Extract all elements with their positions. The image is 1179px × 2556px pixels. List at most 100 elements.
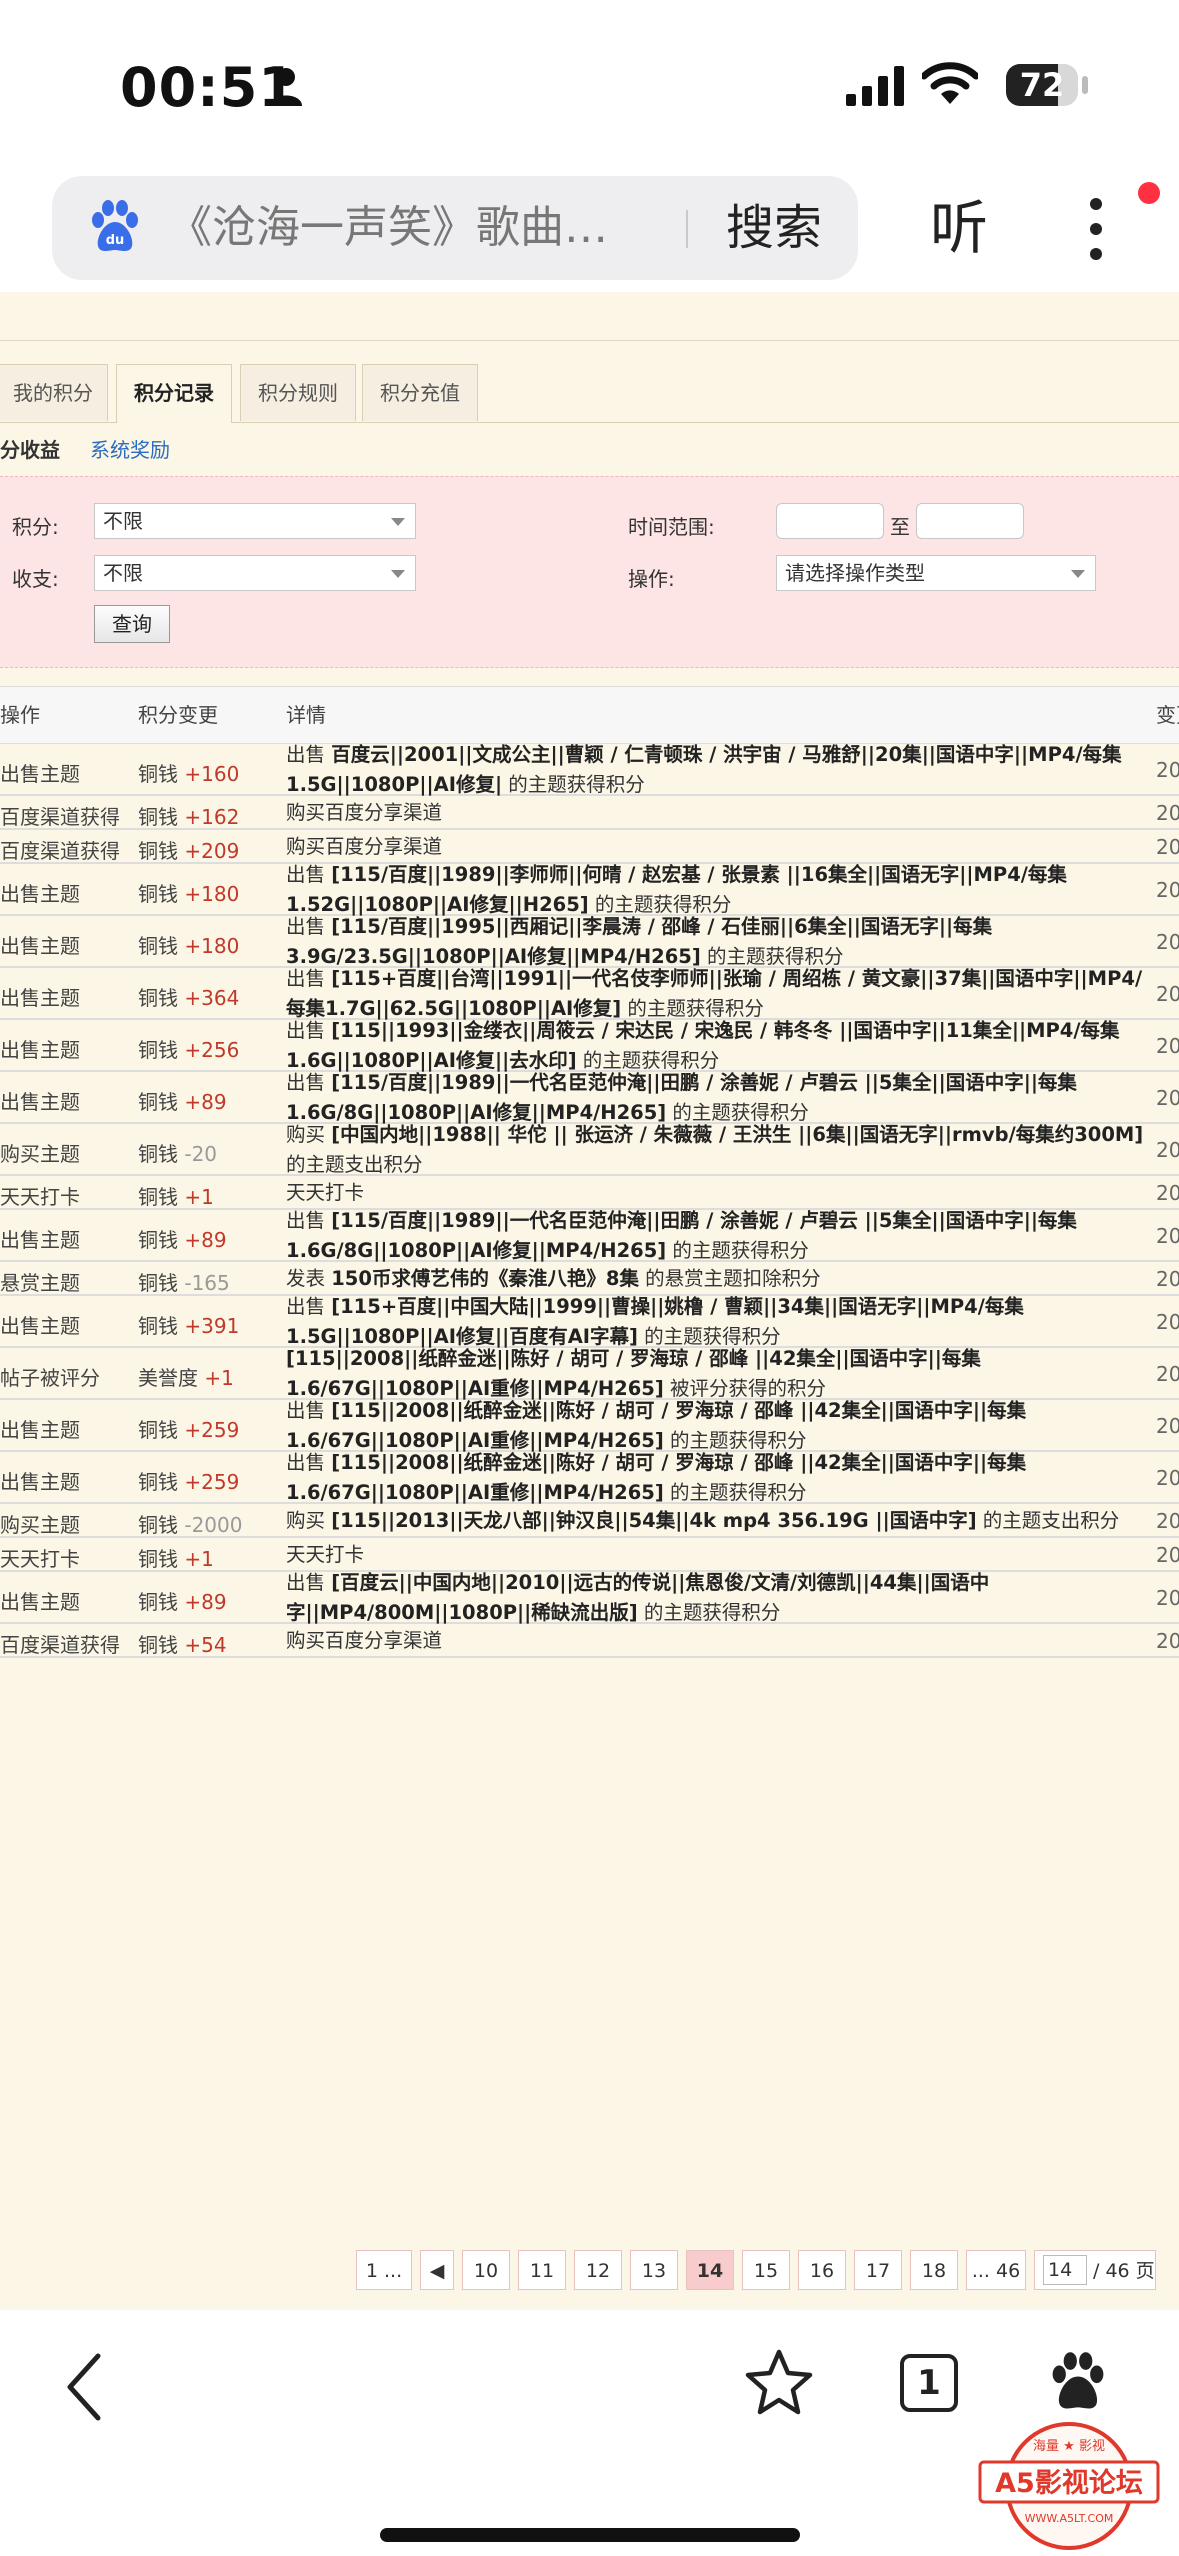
more-menu-icon[interactable] — [1086, 196, 1106, 262]
row-amount: +54 — [184, 1633, 227, 1657]
cellular-signal-icon — [846, 66, 904, 106]
row-amount: +160 — [184, 762, 240, 786]
table-row: 百度渠道获得 铜钱 +209 购买百度分享渠道 20 — [0, 830, 1179, 864]
row-operation: 天天打卡 — [0, 1547, 80, 1571]
page-link[interactable]: ... 46 — [966, 2250, 1026, 2290]
row-amount: +180 — [184, 934, 240, 958]
row-operation: 天天打卡 — [0, 1185, 80, 1209]
prev-page-button[interactable]: ◀ — [420, 2250, 454, 2290]
search-query-text[interactable]: 《沧海一声笑》歌曲… — [168, 176, 698, 280]
operation-select[interactable]: 请选择操作类型 — [776, 555, 1096, 591]
score-select[interactable]: 不限 — [94, 503, 416, 539]
row-time: 20 — [1156, 1034, 1179, 1058]
tab-my-credits[interactable]: 我的积分 — [0, 364, 108, 421]
subtab-system-reward[interactable]: 系统奖励 — [90, 432, 170, 468]
row-time: 20 — [1156, 1086, 1179, 1110]
row-operation: 出售主题 — [0, 934, 80, 958]
row-time: 20 — [1156, 1586, 1179, 1610]
tab-count-button[interactable]: 1 — [900, 2354, 958, 2412]
star-bookmark-icon[interactable] — [744, 2348, 814, 2416]
row-detail: 出售 [115||1993||金缕衣||周筱云 / 宋达民 / 宋逸民 / 韩冬… — [286, 1019, 1120, 1072]
row-detail: [115||2008||纸醉金迷||陈好 / 胡可 / 罗海琼 / 邵峰 ||4… — [286, 1347, 981, 1400]
table-row: 出售主题 铜钱 +89 出售 [115/百度||1989||一代名臣范仲淹||田鹏 … — [0, 1071, 1179, 1124]
row-amount: +256 — [184, 1038, 240, 1062]
row-operation: 出售主题 — [0, 1038, 80, 1062]
back-arrow-icon[interactable] — [64, 2352, 104, 2422]
tab-credit-recharge[interactable]: 积分充值 — [362, 364, 478, 421]
tab-credit-rules[interactable]: 积分规则 — [240, 364, 356, 421]
row-detail: 出售 [115||2008||纸醉金迷||陈好 / 胡可 / 罗海琼 / 邵峰 … — [286, 1399, 1027, 1452]
table-row: 出售主题 铜钱 +259 出售 [115||2008||纸醉金迷||陈好 / 胡可 … — [0, 1399, 1179, 1452]
row-operation: 出售主题 — [0, 1590, 80, 1614]
row-detail: 出售 [115/百度||1989||一代名臣范仲淹||田鹏 / 涂善妮 / 卢碧… — [286, 1209, 1077, 1262]
row-credit-change: 铜钱 +259 — [138, 1414, 239, 1443]
wifi-icon — [922, 62, 978, 104]
svg-text:du: du — [106, 233, 125, 248]
page-link[interactable]: 10 — [462, 2250, 510, 2290]
table-row: 百度渠道获得 铜钱 +54 购买百度分享渠道 20 — [0, 1624, 1179, 1658]
row-amount: +89 — [184, 1090, 227, 1114]
subtab-income[interactable]: 分收益 — [0, 432, 60, 468]
watermark-url: WWW.A5LT.COM — [1025, 2512, 1114, 2525]
page-link[interactable]: 14 — [686, 2250, 734, 2290]
row-detail: 购买百度分享渠道 — [286, 835, 443, 858]
row-time: 20 — [1156, 1466, 1179, 1490]
row-detail: 购买百度分享渠道 — [286, 801, 443, 824]
row-currency: 铜钱 — [138, 1633, 178, 1657]
time-end-input[interactable] — [916, 503, 1024, 539]
row-detail: 出售 [115+百度||中国大陆||1999||曹操||姚橹 / 曹颖||34集… — [286, 1295, 1024, 1348]
listen-button[interactable]: 听 — [930, 188, 988, 268]
row-currency: 铜钱 — [138, 1418, 178, 1442]
row-amount: +391 — [184, 1314, 240, 1338]
row-amount: -165 — [184, 1271, 230, 1295]
baidu-paw-icon: du — [92, 200, 138, 251]
row-amount: +1 — [204, 1366, 234, 1390]
row-currency: 美誉度 — [138, 1366, 198, 1390]
table-row: 购买主题 铜钱 -2000 购买 [115||2013||天龙八部||钟汉良||54… — [0, 1504, 1179, 1538]
query-button[interactable]: 查询 — [94, 605, 170, 643]
row-credit-change: 铜钱 +89 — [138, 1224, 227, 1253]
row-detail: 天天打卡 — [286, 1181, 365, 1204]
row-operation: 购买主题 — [0, 1142, 80, 1166]
operation-select-value: 请选择操作类型 — [785, 561, 925, 585]
page-jump-input[interactable]: 14 — [1043, 2255, 1087, 2285]
table-row: 出售主题 铜钱 +391 出售 [115+百度||中国大陆||1999||曹操||姚… — [0, 1295, 1179, 1348]
page-link[interactable]: 12 — [574, 2250, 622, 2290]
page-link[interactable]: 16 — [798, 2250, 846, 2290]
row-currency: 铜钱 — [138, 1271, 178, 1295]
row-credit-change: 铜钱 -2000 — [138, 1509, 242, 1538]
inout-select-value: 不限 — [103, 561, 143, 585]
row-time: 20 — [1156, 878, 1179, 902]
row-currency: 铜钱 — [138, 1090, 178, 1114]
inout-select[interactable]: 不限 — [94, 555, 416, 591]
row-detail: 出售 [115/百度||1989||一代名臣范仲淹||田鹏 / 涂善妮 / 卢碧… — [286, 1071, 1077, 1124]
tab-credit-records[interactable]: 积分记录 — [116, 364, 232, 423]
row-operation: 购买主题 — [0, 1513, 80, 1537]
credit-tabs: 我的积分 积分记录 积分规则 积分充值 — [0, 364, 1179, 423]
chevron-down-icon — [391, 570, 405, 578]
page-link[interactable]: 15 — [742, 2250, 790, 2290]
page-link[interactable]: 13 — [630, 2250, 678, 2290]
row-detail: 发表 150币求傅艺伟的《秦淮八艳》8集 的悬赏主题扣除积分 — [286, 1267, 821, 1290]
browser-search-bar[interactable]: du 《沧海一声笑》歌曲… 搜索 — [52, 176, 858, 280]
row-operation: 出售主题 — [0, 1090, 80, 1114]
search-button[interactable]: 搜索 — [726, 176, 822, 280]
row-operation: 出售主题 — [0, 986, 80, 1010]
row-currency: 铜钱 — [138, 1314, 178, 1338]
operation-label: 操作: — [628, 567, 675, 591]
table-row: 出售主题 铜钱 +364 出售 [115+百度||台湾||1991||一代名伎李师师… — [0, 967, 1179, 1020]
table-row: 百度渠道获得 铜钱 +162 购买百度分享渠道 20 — [0, 796, 1179, 830]
page-link[interactable]: 17 — [854, 2250, 902, 2290]
row-operation: 悬赏主题 — [0, 1271, 80, 1295]
web-page: 我的积分 积分记录 积分规则 积分充值 分收益 系统奖励 积分: 不限 收支: … — [0, 292, 1179, 2310]
page-link[interactable]: 11 — [518, 2250, 566, 2290]
page-link[interactable]: 1 ... — [356, 2250, 412, 2290]
time-start-input[interactable] — [776, 503, 884, 539]
row-operation: 帖子被评分 — [0, 1366, 100, 1390]
row-detail: 购买 [115||2013||天龙八部||钟汉良||54集||4k mp4 35… — [286, 1509, 1120, 1532]
page-link[interactable]: 18 — [910, 2250, 958, 2290]
score-select-value: 不限 — [103, 509, 143, 533]
table-row: 出售主题 铜钱 +160 出售 百度云||2001||文成公主||曹颖 / 仁青顿珠… — [0, 743, 1179, 796]
table-row: 帖子被评分 美誉度 +1 [115||2008||纸醉金迷||陈好 / 胡可 / 罗… — [0, 1347, 1179, 1400]
row-amount: +259 — [184, 1470, 240, 1494]
